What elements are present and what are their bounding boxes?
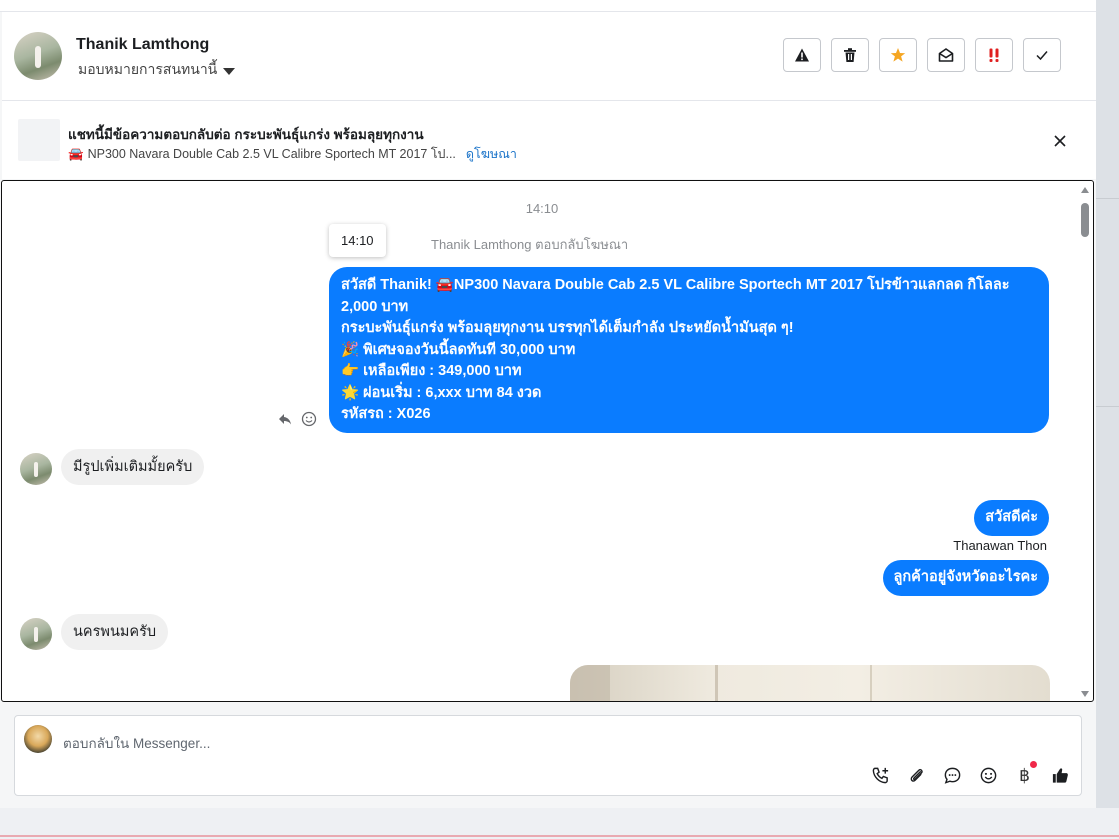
ad-message-line: รหัสรถ : X026 — [341, 406, 431, 422]
ad-message-line: 👉 เหลือเพียง : 349,000 บาท — [341, 363, 522, 379]
priority-button[interactable] — [975, 38, 1013, 72]
ad-subtitle-text: NP300 Navara Double Cab 2.5 VL Calibre S… — [87, 147, 456, 161]
right-side-panel — [1096, 0, 1119, 808]
ad-banner-title: แชทนี้มีข้อความตอบกลับต่อ กระบะพันธุ์แกร… — [68, 127, 424, 142]
assign-label: มอบหมายการสนทนานี้ — [78, 61, 218, 77]
done-button[interactable] — [1023, 38, 1061, 72]
contact-avatar[interactable] — [14, 32, 62, 80]
contact-name[interactable]: Thanik Lamthong — [76, 36, 209, 54]
baht-symbol: ฿ — [1019, 765, 1030, 785]
reply-composer: ตอบกลับใน Messenger... ฿ — [14, 715, 1082, 796]
exclamation-icon — [989, 48, 999, 62]
star-button[interactable] — [879, 38, 917, 72]
message-actions — [277, 411, 317, 427]
top-strip — [0, 0, 1096, 12]
outgoing-message[interactable]: สวัสดีค่ะ — [974, 500, 1049, 536]
contact-avatar-small[interactable] — [20, 453, 52, 485]
react-emoji-icon[interactable] — [301, 411, 317, 427]
message-timestamp: 14:10 — [525, 201, 559, 216]
car-emoji-icon: 🚘 — [68, 146, 84, 161]
checkmark-icon — [1036, 51, 1048, 61]
scroll-thumb[interactable] — [1081, 203, 1089, 237]
notification-dot — [1030, 761, 1037, 768]
reply-input[interactable]: ตอบกลับใน Messenger... — [63, 732, 210, 754]
ad-message-line: 2,000 บาท — [341, 298, 409, 315]
ad-banner-subtitle: 🚘 NP300 Navara Double Cab 2.5 VL Calibre… — [68, 144, 517, 164]
delete-button[interactable] — [831, 38, 869, 72]
my-avatar — [24, 725, 52, 753]
thumbs-up-icon[interactable] — [1050, 765, 1071, 786]
ad-message-line: 🌟 ผ่อนเริ่ม : 6,xxx บาท 84 งวด — [341, 384, 542, 401]
bottom-bar — [0, 808, 1119, 839]
ad-message-line: กระบะพันธุ์แกร่ง พร้อมลุยทุกงาน บรรทุกได… — [341, 320, 794, 336]
incoming-message[interactable]: นครพนมครับ — [61, 614, 169, 650]
message-thread[interactable]: 14:10 14:10 Thanik Lamthong ตอบกลับโฆษณา… — [1, 180, 1094, 702]
scroll-down-arrow-icon[interactable] — [1081, 691, 1089, 697]
trash-icon — [844, 48, 856, 62]
ad-message-line: 🎉 พิเศษจองวันนี้ลดทันที 30,000 บาท — [341, 341, 576, 358]
ad-message-line: สวัสดี Thanik! 🚘NP300 Navara Double Cab … — [341, 277, 1010, 293]
ad-message-bubble[interactable]: สวัสดี Thanik! 🚘NP300 Navara Double Cab … — [329, 267, 1049, 433]
view-ad-link[interactable]: ดูโฆษณา — [466, 144, 517, 164]
payment-icon[interactable]: ฿ — [1014, 761, 1037, 786]
ad-thumbnail[interactable] — [18, 119, 60, 161]
paperclip-icon[interactable] — [906, 765, 927, 786]
call-plus-icon[interactable] — [870, 765, 891, 786]
caret-down-icon — [223, 67, 236, 75]
conversation-toolbar — [783, 38, 1061, 72]
inbox-conversation-panel: Thanik Lamthong มอบหมายการสนทนานี้ แชทนี… — [0, 0, 1096, 808]
image-attachment[interactable] — [570, 665, 1050, 701]
composer-tools: ฿ — [870, 761, 1071, 786]
contact-avatar-small[interactable] — [20, 618, 52, 650]
emoji-icon[interactable] — [978, 765, 999, 786]
time-tooltip: 14:10 — [329, 224, 386, 257]
star-icon — [890, 48, 906, 62]
sender-name: Thanawan Thon — [953, 538, 1047, 553]
assign-conversation-dropdown[interactable]: มอบหมายการสนทนานี้ — [78, 59, 236, 81]
conversation-header: Thanik Lamthong มอบหมายการสนทนานี้ — [2, 12, 1096, 101]
scroll-up-arrow-icon[interactable] — [1081, 187, 1089, 193]
close-icon[interactable] — [1050, 131, 1070, 151]
report-spam-button[interactable] — [783, 38, 821, 72]
warning-icon — [795, 48, 809, 62]
saved-reply-icon[interactable] — [942, 765, 963, 786]
ad-reply-note: Thanik Lamthong ตอบกลับโฆษณา — [431, 237, 629, 252]
ad-reply-banner: แชทนี้มีข้อความตอบกลับต่อ กระบะพันธุ์แกร… — [2, 101, 1096, 179]
reply-icon[interactable] — [277, 411, 293, 427]
mark-unread-button[interactable] — [927, 38, 965, 72]
thread-scrollbar[interactable] — [1079, 185, 1091, 697]
incoming-message[interactable]: มีรูปเพิ่มเติมมั้ยครับ — [61, 449, 205, 485]
outgoing-message[interactable]: ลูกค้าอยู่จังหวัดอะไรคะ — [882, 560, 1049, 596]
envelope-open-icon — [938, 48, 954, 62]
